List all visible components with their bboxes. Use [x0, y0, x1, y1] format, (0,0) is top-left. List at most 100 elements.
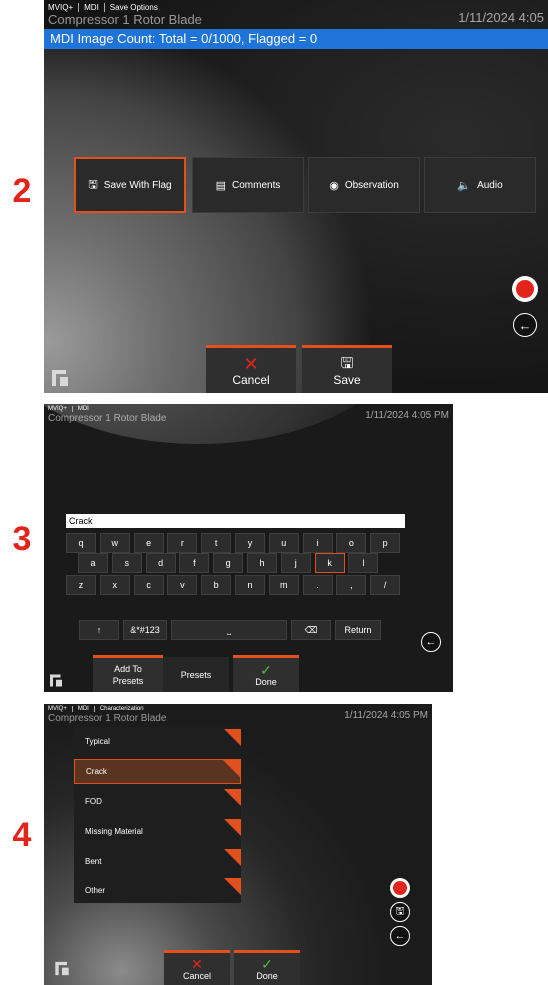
key-p[interactable]: p — [370, 533, 401, 553]
check-icon: ✓ — [260, 662, 272, 678]
eye-icon: ◉ — [329, 179, 339, 192]
record-button[interactable] — [390, 878, 410, 898]
comments-button[interactable]: ▤ Comments — [192, 157, 304, 213]
keyboard-screen: MVIQ+ MDI Compressor 1 Rotor Blade 1/11/… — [44, 404, 453, 692]
key-a[interactable]: a — [78, 553, 108, 573]
item-label: Missing Material — [85, 827, 143, 836]
space-key[interactable]: ⎵ — [171, 620, 287, 640]
list-item-crack[interactable]: Crack — [74, 759, 241, 784]
key-c[interactable]: c — [133, 575, 164, 595]
app-name: MVIQ+ — [48, 2, 74, 12]
key-comma[interactable]: , — [336, 575, 367, 595]
overlay-title: Compressor 1 Rotor Blade — [48, 12, 202, 27]
corner-marker-icon — [224, 729, 241, 746]
key-k[interactable]: k — [314, 553, 345, 573]
observation-button[interactable]: ◉ Observation — [308, 157, 420, 213]
logo-icon — [50, 674, 62, 687]
mode-label: MDI — [77, 706, 89, 712]
arrow-left-icon: ← — [425, 636, 437, 648]
datetime: 1/11/2024 4:05 PM — [365, 410, 449, 421]
key-t[interactable]: t — [201, 533, 232, 553]
app-name: MVIQ+ — [48, 406, 67, 412]
save-button[interactable]: 🖫 Save — [302, 345, 392, 393]
key-q[interactable]: q — [66, 533, 96, 553]
presets-button[interactable]: Presets — [163, 657, 229, 692]
corner-marker-icon — [224, 789, 241, 806]
option-label: Observation — [344, 179, 399, 191]
save-label: Save — [333, 372, 361, 387]
arrow-left-icon: ← — [518, 317, 532, 333]
save-with-flag-button[interactable]: 🖫 Save With Flag — [74, 157, 186, 213]
key-g[interactable]: g — [213, 553, 244, 573]
image-count-bar: MDI Image Count: Total = 0/1000, Flagged… — [44, 29, 548, 49]
key-v[interactable]: v — [167, 575, 198, 595]
corner-marker-icon — [223, 760, 240, 777]
cancel-button[interactable]: ✕ Cancel — [206, 345, 296, 393]
done-label: Done — [255, 677, 277, 687]
back-button[interactable]: ← — [513, 313, 537, 337]
cancel-label: Cancel — [232, 372, 270, 387]
step-number-3: 3 — [12, 520, 32, 558]
key-x[interactable]: x — [99, 575, 130, 595]
item-label: Typical — [85, 737, 110, 746]
list-item-fod[interactable]: FOD — [74, 789, 241, 814]
characterization-list: Typical Crack FOD Missing Material Bent … — [74, 727, 241, 903]
list-item-bent[interactable]: Bent — [74, 849, 241, 874]
back-button[interactable]: ← — [390, 926, 410, 946]
done-button[interactable]: ✓ Done — [233, 655, 299, 692]
key-r[interactable]: r — [167, 533, 198, 553]
tab-label: Characterization — [99, 706, 144, 712]
key-n[interactable]: n — [235, 575, 265, 595]
document-icon: ▤ — [215, 179, 227, 192]
key-b[interactable]: b — [201, 575, 232, 595]
shift-key[interactable]: ↑ — [79, 620, 119, 640]
return-key[interactable]: Return — [335, 620, 381, 640]
key-s[interactable]: s — [111, 553, 142, 573]
key-e[interactable]: e — [133, 533, 164, 553]
key-u[interactable]: u — [268, 533, 299, 553]
key-z[interactable]: z — [66, 575, 96, 595]
record-icon — [516, 280, 534, 298]
key-o[interactable]: o — [336, 533, 367, 553]
key-w[interactable]: w — [99, 533, 130, 553]
item-label: Bent — [85, 857, 102, 866]
text-input[interactable]: Crack — [66, 514, 405, 528]
symbols-key[interactable]: &*#123 — [123, 620, 167, 640]
flag-save-icon: 🖫 — [88, 178, 98, 191]
key-j[interactable]: j — [280, 553, 311, 573]
audio-button[interactable]: 🔈 Audio — [424, 157, 536, 213]
key-slash[interactable]: / — [370, 575, 401, 595]
backspace-key[interactable]: ⌫ — [291, 620, 331, 640]
save-icon-button[interactable]: 🖫 — [390, 902, 410, 922]
speaker-icon: 🔈 — [457, 179, 472, 192]
key-f[interactable]: f — [179, 553, 210, 573]
tab-label: Save Options — [109, 2, 158, 12]
presets-label: Presets — [180, 669, 212, 680]
step-number-2: 2 — [12, 172, 32, 210]
list-item-other[interactable]: Other — [74, 878, 241, 903]
logo-icon — [55, 961, 69, 976]
list-item-typical[interactable]: Typical — [74, 729, 241, 754]
key-m[interactable]: m — [268, 575, 299, 595]
mode-label: MDI — [77, 406, 89, 412]
back-button[interactable]: ← — [421, 632, 441, 652]
add-to-presets-label: Add To Presets — [112, 664, 144, 686]
key-l[interactable]: l — [348, 553, 379, 573]
cancel-button[interactable]: ✕ Cancel — [164, 950, 230, 985]
option-label: Audio — [477, 179, 503, 191]
key-period[interactable]: . — [302, 575, 333, 595]
x-icon: ✕ — [191, 956, 203, 972]
add-to-presets-button[interactable]: Add To Presets — [93, 655, 163, 692]
key-i[interactable]: i — [302, 533, 333, 553]
floppy-icon: 🖫 — [340, 354, 354, 372]
list-item-missing-material[interactable]: Missing Material — [74, 819, 241, 844]
corner-marker-icon — [224, 819, 241, 836]
key-h[interactable]: h — [247, 553, 277, 573]
step-number-4: 4 — [12, 816, 32, 854]
key-d[interactable]: d — [145, 553, 176, 573]
key-y[interactable]: y — [235, 533, 265, 553]
done-button[interactable]: ✓ Done — [234, 950, 300, 985]
app-name: MVIQ+ — [48, 706, 67, 712]
record-button[interactable] — [512, 276, 538, 302]
done-label: Done — [256, 971, 278, 981]
